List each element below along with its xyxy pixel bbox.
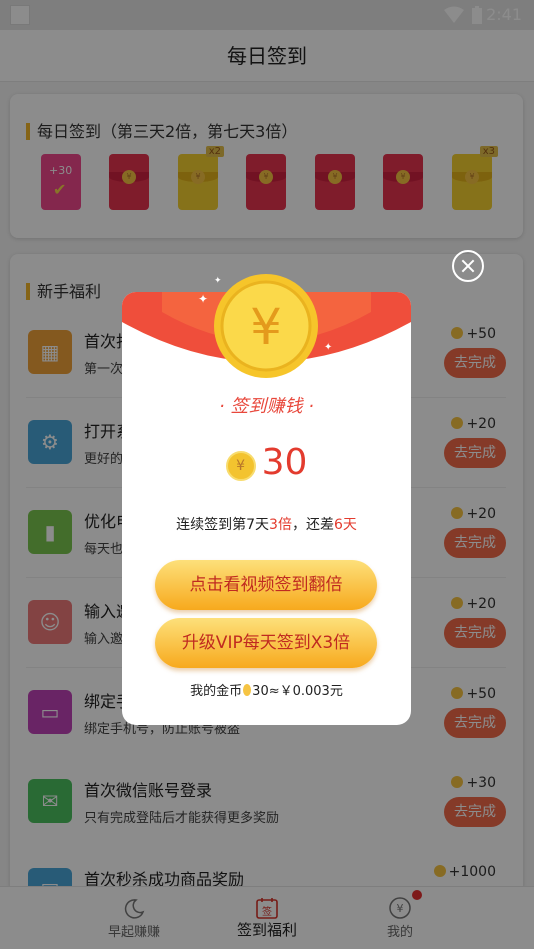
my-coins-value: 30≈￥0.003元 <box>252 684 343 699</box>
big-yen-coin-icon: ¥ <box>214 274 318 378</box>
my-coins-label: 我的金币 <box>190 684 243 699</box>
modal-subtitle: · 签到赚钱 · <box>219 396 314 417</box>
reward-amount: 30 <box>261 442 308 483</box>
streak-remaining: 6天 <box>333 517 357 533</box>
my-coins-note: 我的金币 30≈￥0.003元 <box>122 680 411 699</box>
reward-amount-row: ¥30 <box>122 442 411 483</box>
sparkle-icon: ✦ <box>324 342 333 353</box>
upgrade-vip-button[interactable]: 升级VIP每天签到X3倍 <box>155 618 377 668</box>
gold-coin-icon: ¥ <box>225 451 256 481</box>
close-modal-button[interactable] <box>452 250 484 282</box>
sparkle-icon: ✦ <box>214 276 222 286</box>
streak-multiplier: 3倍 <box>269 517 292 533</box>
small-coin-icon <box>243 684 252 696</box>
streak-text: 连续签到第7天3倍，还差6天 <box>122 514 411 534</box>
svg-text:¥: ¥ <box>250 298 282 356</box>
streak-middle: ，还差 <box>291 517 334 533</box>
watch-video-double-button[interactable]: 点击看视频签到翻倍 <box>155 560 377 610</box>
sparkle-icon: ✦ <box>198 292 209 306</box>
streak-prefix: 连续签到第7天 <box>176 517 270 533</box>
